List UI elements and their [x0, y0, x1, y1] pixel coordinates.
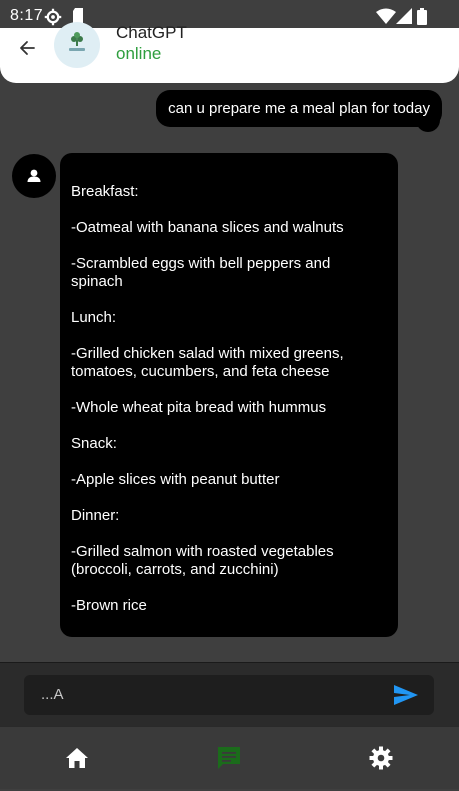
assistant-avatar [12, 154, 56, 198]
message-input-value: ...A [41, 686, 64, 703]
avatar [54, 22, 100, 68]
assistant-message-text: Breakfast: -Oatmeal with banana slices a… [71, 183, 344, 614]
send-button[interactable] [392, 683, 420, 707]
assistant-message-bubble: Breakfast: -Oatmeal with banana slices a… [60, 153, 398, 637]
send-icon [392, 685, 420, 711]
nav-home[interactable] [64, 745, 90, 771]
person-icon [12, 169, 56, 202]
chat-header: ChatGPT online [0, 22, 459, 83]
plant-logo-icon [54, 32, 100, 72]
chat-title: ChatGPT [116, 23, 187, 42]
nav-chat[interactable] [216, 745, 242, 771]
message-composer: ...A [0, 662, 459, 727]
bottom-navigation [0, 726, 459, 789]
wifi-icon [376, 8, 396, 29]
chat-messages: can u prepare me a meal plan for today B… [0, 84, 459, 662]
signal-icon [396, 8, 412, 29]
chat-icon [216, 747, 242, 775]
arrow-left-icon [14, 41, 42, 66]
settings-icon [368, 746, 394, 775]
user-message-bubble: can u prepare me a meal plan for today [156, 90, 442, 127]
battery-icon [417, 8, 427, 30]
online-status: online [116, 44, 162, 63]
home-icon [64, 748, 90, 775]
back-button[interactable] [14, 34, 42, 62]
message-input[interactable]: ...A [24, 675, 434, 715]
nav-settings[interactable] [368, 745, 394, 771]
status-time: 8:17 [10, 7, 44, 24]
